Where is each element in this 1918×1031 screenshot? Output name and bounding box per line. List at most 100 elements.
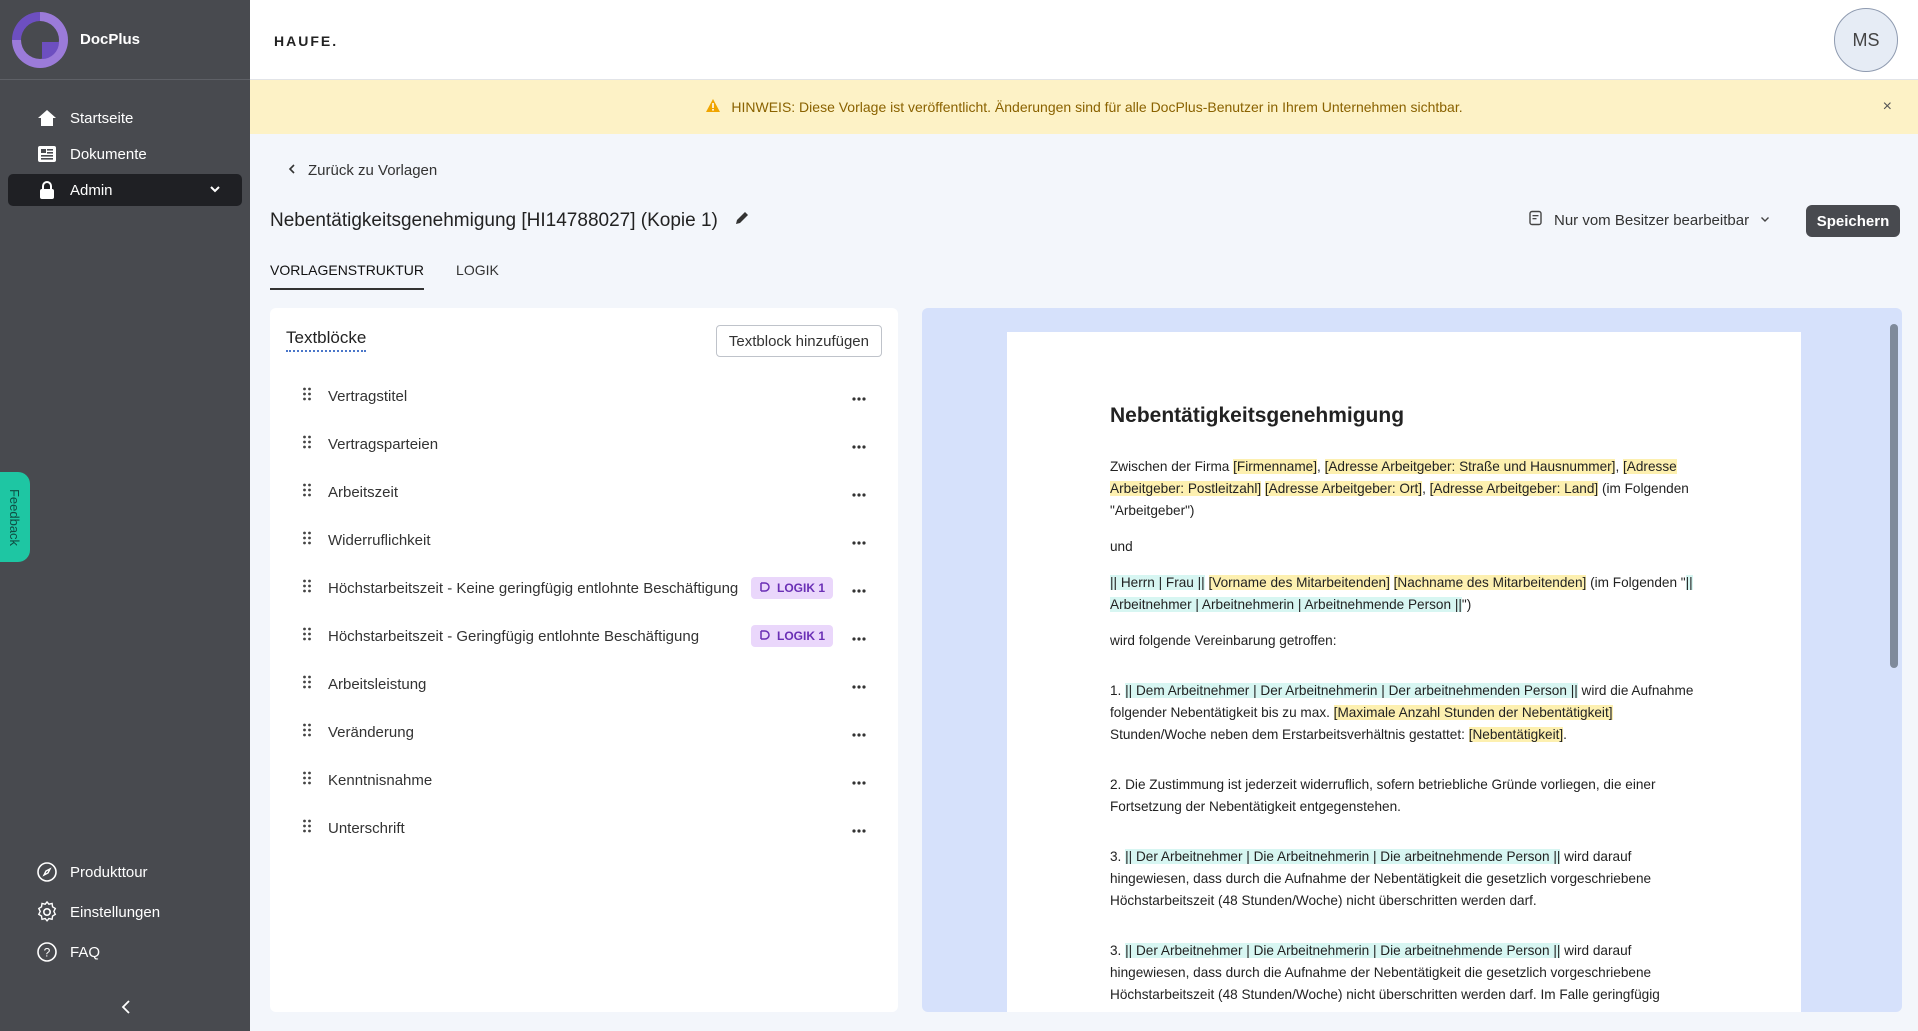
more-options-icon[interactable] [852,772,866,789]
avatar[interactable]: MS [1834,8,1898,72]
bottom-nav: Produkttour Einstellungen ? FAQ [0,848,250,976]
logic-branch-icon [759,581,771,596]
drag-handle-icon[interactable] [302,531,314,549]
add-textblock-button[interactable]: Textblock hinzufügen [715,325,882,357]
parties-paragraph: Zwischen der Firma [Firmenname], [Adress… [1110,459,1689,518]
warning-icon [705,98,721,116]
document-page: Nebentätigkeitsgenehmigung Zwischen der … [1007,332,1801,1012]
compass-icon [36,861,58,883]
more-options-icon[interactable] [852,532,866,549]
sidebar-item-admin[interactable]: Admin [8,174,242,206]
textblock-row[interactable]: Vertragsparteien [270,420,898,468]
brand[interactable]: DocPlus [0,0,250,80]
sidebar-item-label: FAQ [70,943,101,961]
field-vorname[interactable]: [Vorname des Mitarbeitenden] [1208,575,1390,590]
feedback-label: Feedback [7,488,23,546]
drag-handle-icon[interactable] [302,579,314,597]
drag-handle-icon[interactable] [302,627,314,645]
logic-der-arbeitnehmer[interactable]: || Der Arbeitnehmer | Die Arbeitnehmerin… [1125,943,1561,958]
feedback-tab[interactable]: Feedback [0,472,30,562]
logic-badge[interactable]: LOGIK 1 [751,577,834,599]
sidebar-item-produkttour[interactable]: Produkttour [8,856,242,888]
textblock-row[interactable]: Widerruflichkeit [270,516,898,564]
logic-anrede[interactable]: || Herrn | Frau || [1110,575,1205,590]
sidebar-item-einstellungen[interactable]: Einstellungen [8,896,242,928]
more-options-icon[interactable] [852,436,866,453]
more-options-icon[interactable] [852,388,866,405]
drag-handle-icon[interactable] [302,723,314,741]
textblock-row[interactable]: Vertragstitel [270,372,898,420]
textblock-label: Kenntnisnahme [328,771,433,789]
gear-icon [36,901,58,923]
edit-title-icon[interactable] [734,210,750,232]
sidebar: DocPlus Startseite Dokumente Admin Produ… [0,0,250,1031]
textblock-row[interactable]: Höchstarbeitszeit - Keine geringfügig en… [270,564,898,612]
field-land[interactable]: [Adresse Arbeitgeber: Land] [1429,481,1599,496]
logic-dem-arbeitnehmer[interactable]: || Dem Arbeitnehmer | Der Arbeitnehmerin… [1125,683,1578,698]
notice-banner: HINWEIS: Diese Vorlage ist veröffentlich… [250,80,1918,134]
close-icon[interactable]: × [1883,98,1892,116]
drag-handle-icon[interactable] [302,435,314,453]
user-initials: MS [1852,29,1880,50]
textblocks-title: Textblöcke [286,328,367,352]
more-options-icon[interactable] [852,484,866,501]
textblock-row[interactable]: Unterschrift [270,804,898,852]
more-options-icon[interactable] [852,628,866,645]
notice-text: HINWEIS: Diese Vorlage ist veröffentlich… [731,99,1463,115]
textblock-label: Vertragstitel [328,387,408,405]
document-preview[interactable]: Nebentätigkeitsgenehmigung Zwischen der … [922,308,1902,1012]
page-title-text: Nebentätigkeitsgenehmigung [HI14788027] … [270,210,718,231]
textblock-row[interactable]: Arbeitsleistung [270,660,898,708]
field-ort[interactable]: [Adresse Arbeitgeber: Ort] [1264,481,1423,496]
textblock-row[interactable]: Arbeitszeit [270,468,898,516]
textblock-row[interactable]: Veränderung [270,708,898,756]
tab-vorlagenstruktur[interactable]: VORLAGENSTRUKTUR [270,258,425,290]
sidebar-item-label: Einstellungen [70,903,161,921]
collapse-sidebar-icon[interactable] [116,997,136,1017]
sidebar-item-label: Produkttour [70,863,148,881]
more-options-icon[interactable] [852,724,866,741]
textblock-label: Arbeitsleistung [328,675,427,693]
drag-handle-icon[interactable] [302,387,314,405]
chevron-down-icon[interactable] [208,182,222,200]
textblocks-panel: Textblöcke Textblock hinzufügen Vertrags… [270,308,898,1012]
sidebar-item-label: Admin [70,181,113,199]
textblock-label: Arbeitszeit [328,483,399,501]
more-options-icon[interactable] [852,676,866,693]
textblock-row[interactable]: Kenntnisnahme [270,756,898,804]
textblock-row[interactable]: Höchstarbeitszeit - Geringfügig entlohnt… [270,612,898,660]
drag-handle-icon[interactable] [302,483,314,501]
field-nachname[interactable]: [Nachname des Mitarbeitenden] [1393,575,1587,590]
clause-1: 1. || Dem Arbeitnehmer | Der Arbeitnehme… [1110,683,1694,742]
field-firmenname[interactable]: [Firmenname] [1233,459,1317,474]
sidebar-item-dokumente[interactable]: Dokumente [8,138,242,170]
more-options-icon[interactable] [852,820,866,837]
documents-icon [36,143,58,165]
field-nebentaetigkeit[interactable]: [Nebentätigkeit] [1468,727,1564,742]
logic-der-arbeitnehmer[interactable]: || Der Arbeitnehmer | Die Arbeitnehmerin… [1125,849,1561,864]
lock-icon [36,179,58,201]
field-max-stunden[interactable]: [Maximale Anzahl Stunden der Nebentätigk… [1333,705,1613,720]
sidebar-item-faq[interactable]: ? FAQ [8,936,242,968]
und-paragraph: und [1110,539,1133,554]
preview-scrollbar[interactable] [1890,324,1898,668]
permission-dropdown[interactable]: Nur vom Besitzer bearbeitbar [1528,210,1771,230]
field-strasse[interactable]: [Adresse Arbeitgeber: Straße und Hausnum… [1324,459,1616,474]
drag-handle-icon[interactable] [302,675,314,693]
logic-badge-label: LOGIK 1 [777,581,826,595]
sidebar-item-startseite[interactable]: Startseite [8,102,242,134]
drag-handle-icon[interactable] [302,771,314,789]
clause-3b: 3. || Der Arbeitnehmer | Die Arbeitnehme… [1110,943,1660,1002]
logic-badge[interactable]: LOGIK 1 [751,625,834,647]
textblock-label: Veränderung [328,723,414,741]
more-options-icon[interactable] [852,580,866,597]
top-bar: HAUFE. MS [250,0,1918,80]
save-button[interactable]: Speichern [1806,205,1900,237]
svg-text:?: ? [44,946,51,960]
tab-logik[interactable]: LOGIK [456,258,499,290]
clause-2: 2. Die Zustimmung ist jederzeit widerruf… [1110,777,1656,814]
back-link-label: Zurück zu Vorlagen [308,162,438,179]
permission-label: Nur vom Besitzer bearbeitbar [1554,211,1750,229]
drag-handle-icon[interactable] [302,819,314,837]
back-link[interactable]: Zurück zu Vorlagen [286,162,437,179]
